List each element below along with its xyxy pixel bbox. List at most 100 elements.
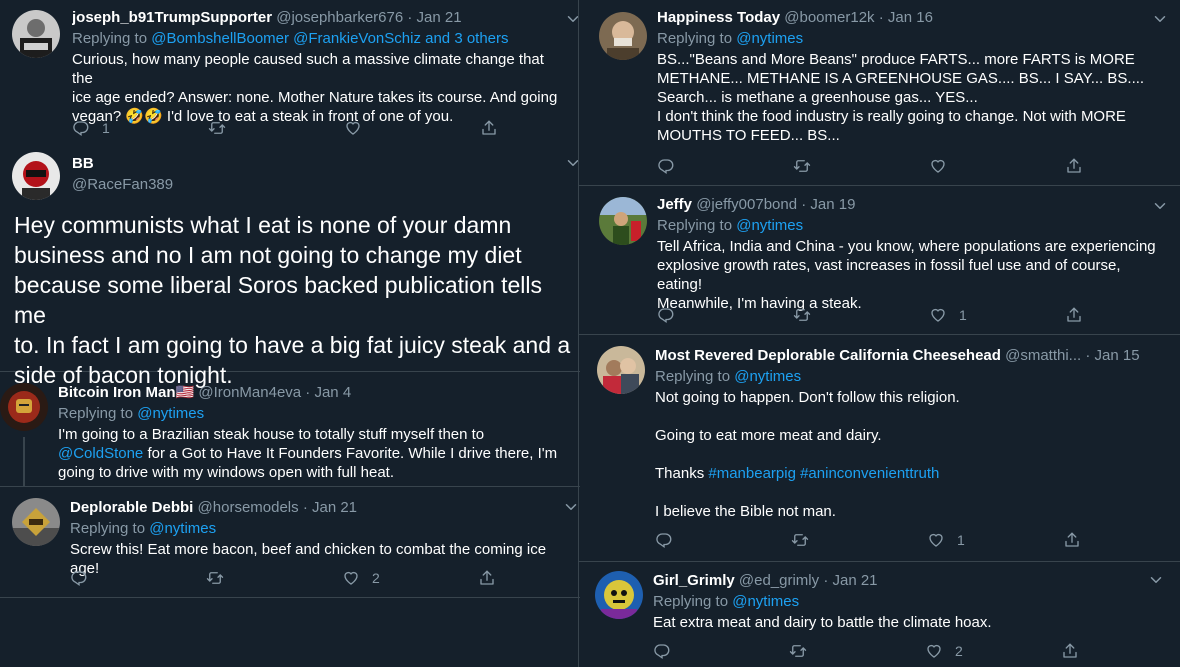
tweet-header: Girl_Grimly @ed_grimly · Jan 21: [653, 571, 1163, 591]
share-button[interactable]: [1065, 305, 1083, 325]
reply-button[interactable]: [70, 568, 88, 588]
user-handle[interactable]: @jeffy007bond: [696, 196, 797, 213]
hashtag-link[interactable]: #aninconvenienttruth: [800, 465, 939, 482]
retweet-button[interactable]: [793, 305, 811, 325]
tweet-date[interactable]: Jan 16: [888, 9, 933, 26]
share-button[interactable]: [478, 568, 496, 588]
avatar[interactable]: [597, 346, 645, 394]
user-handle[interactable]: @IronMan4eva: [198, 384, 301, 401]
hashtag-link[interactable]: #manbearpig: [708, 465, 796, 482]
share-button[interactable]: [1065, 156, 1083, 176]
mention-link[interactable]: @nytimes: [736, 217, 803, 234]
tweet-date[interactable]: Jan 21: [832, 572, 877, 589]
tweet-card[interactable]: BB @RaceFan389 Hey communists what I eat…: [0, 146, 580, 388]
share-icon: [478, 569, 496, 587]
tweet-card[interactable]: Most Revered Deplorable California Chees…: [579, 336, 1180, 562]
tweet-line: MOUTHS TO FEED... BS...: [657, 127, 840, 144]
user-handle[interactable]: @josephbarker676: [276, 9, 403, 26]
mention-link[interactable]: @BombshellBoomer @FrankieVonSchiz and 3 …: [151, 30, 508, 47]
avatar[interactable]: [599, 12, 647, 60]
tweet-line-text: Thanks: [655, 465, 709, 482]
tweet-line: because some liberal Soros backed public…: [14, 272, 543, 328]
mention-link[interactable]: @nytimes: [736, 30, 803, 47]
display-name[interactable]: joseph_b91TrumpSupporter: [72, 9, 272, 26]
retweet-icon: [793, 157, 811, 175]
tweet-card[interactable]: Happiness Today @boomer12k · Jan 16 Repl…: [579, 0, 1180, 186]
display-name[interactable]: Girl_Grimly: [653, 572, 735, 589]
display-name[interactable]: Most Revered Deplorable California Chees…: [655, 347, 1001, 364]
retweet-button[interactable]: [789, 641, 807, 661]
reply-button[interactable]: [653, 641, 671, 661]
tweet-card[interactable]: Bitcoin Iron Man🇺🇸 @IronMan4eva · Jan 4 …: [0, 373, 580, 487]
retweet-button[interactable]: [206, 568, 224, 588]
display-name[interactable]: Deplorable Debbi: [70, 499, 193, 516]
tweet-card[interactable]: Deplorable Debbi @horsemodels · Jan 21 R…: [0, 488, 580, 598]
like-button[interactable]: 2: [925, 641, 963, 661]
reply-count: 1: [102, 120, 110, 136]
avatar[interactable]: [599, 197, 647, 245]
user-handle[interactable]: @RaceFan389: [72, 174, 173, 195]
display-name[interactable]: Bitcoin Iron Man🇺🇸: [58, 384, 194, 401]
user-handle[interactable]: @smatthi...: [1005, 347, 1081, 364]
retweet-icon: [791, 531, 809, 549]
display-name[interactable]: BB: [72, 155, 94, 172]
retweet-button[interactable]: [208, 118, 226, 138]
chevron-down-icon[interactable]: [1151, 10, 1169, 28]
like-button[interactable]: 1: [927, 530, 965, 550]
reply-icon: [70, 569, 88, 587]
chevron-down-icon[interactable]: [1147, 571, 1165, 589]
tweet-text: BS..."Beans and More Beans" produce FART…: [657, 50, 1163, 145]
user-handle[interactable]: @horsemodels: [198, 499, 299, 516]
tweet-actions: [657, 156, 1097, 176]
avatar[interactable]: [595, 571, 643, 619]
tweet-card[interactable]: joseph_b91TrumpSupporter @josephbarker67…: [0, 0, 580, 146]
tweet-line: Hey communists what I eat is none of you…: [14, 212, 512, 238]
tweet-header: Jeffy @jeffy007bond · Jan 19: [657, 195, 1163, 215]
share-button[interactable]: [1063, 530, 1081, 550]
tweet-date[interactable]: Jan 4: [314, 384, 351, 401]
retweet-button[interactable]: [793, 156, 811, 176]
user-handle[interactable]: @ed_grimly: [739, 572, 819, 589]
tweet-header: joseph_b91TrumpSupporter @josephbarker67…: [72, 8, 568, 28]
like-button[interactable]: 1: [929, 305, 967, 325]
reply-icon: [653, 642, 671, 660]
tweet-header: Happiness Today @boomer12k · Jan 16: [657, 8, 1163, 28]
retweet-button[interactable]: [791, 530, 809, 550]
like-button[interactable]: [929, 156, 947, 176]
share-icon: [1065, 157, 1083, 175]
heart-icon: [927, 531, 945, 549]
heart-icon: [342, 569, 360, 587]
tweet-line: Search... is methane a greenhouse gas...…: [657, 89, 978, 106]
display-name[interactable]: Happiness Today: [657, 9, 780, 26]
reply-button[interactable]: [657, 156, 675, 176]
mention-link[interactable]: @ColdStone: [58, 445, 143, 462]
tweet-date[interactable]: Jan 21: [312, 499, 357, 516]
like-button[interactable]: 2: [342, 568, 380, 588]
like-button[interactable]: [344, 118, 362, 138]
avatar[interactable]: [12, 498, 60, 546]
tweet-card[interactable]: Jeffy @jeffy007bond · Jan 19 Replying to…: [579, 187, 1180, 335]
mention-link[interactable]: @nytimes: [137, 405, 204, 422]
reply-button[interactable]: [655, 530, 673, 550]
avatar[interactable]: [12, 152, 60, 200]
tweet-card[interactable]: Girl_Grimly @ed_grimly · Jan 21 Replying…: [579, 563, 1180, 667]
mention-link[interactable]: @nytimes: [734, 368, 801, 385]
share-button[interactable]: [480, 118, 498, 138]
reply-icon: [657, 157, 675, 175]
mention-link[interactable]: @nytimes: [149, 520, 216, 537]
tweet-date[interactable]: Jan 15: [1095, 347, 1140, 364]
display-name[interactable]: Jeffy: [657, 196, 692, 213]
share-icon: [1063, 531, 1081, 549]
tweet-date[interactable]: Jan 19: [810, 196, 855, 213]
reply-button[interactable]: [657, 305, 675, 325]
user-handle[interactable]: @boomer12k: [784, 9, 874, 26]
mention-link[interactable]: @nytimes: [732, 593, 799, 610]
tweet-actions: 1: [655, 530, 1095, 550]
tweet-date[interactable]: Jan 21: [417, 9, 462, 26]
share-button[interactable]: [1061, 641, 1079, 661]
chevron-down-icon[interactable]: [1151, 197, 1169, 215]
avatar[interactable]: [0, 383, 48, 431]
reply-button[interactable]: 1: [72, 118, 110, 138]
avatar[interactable]: [12, 10, 60, 58]
